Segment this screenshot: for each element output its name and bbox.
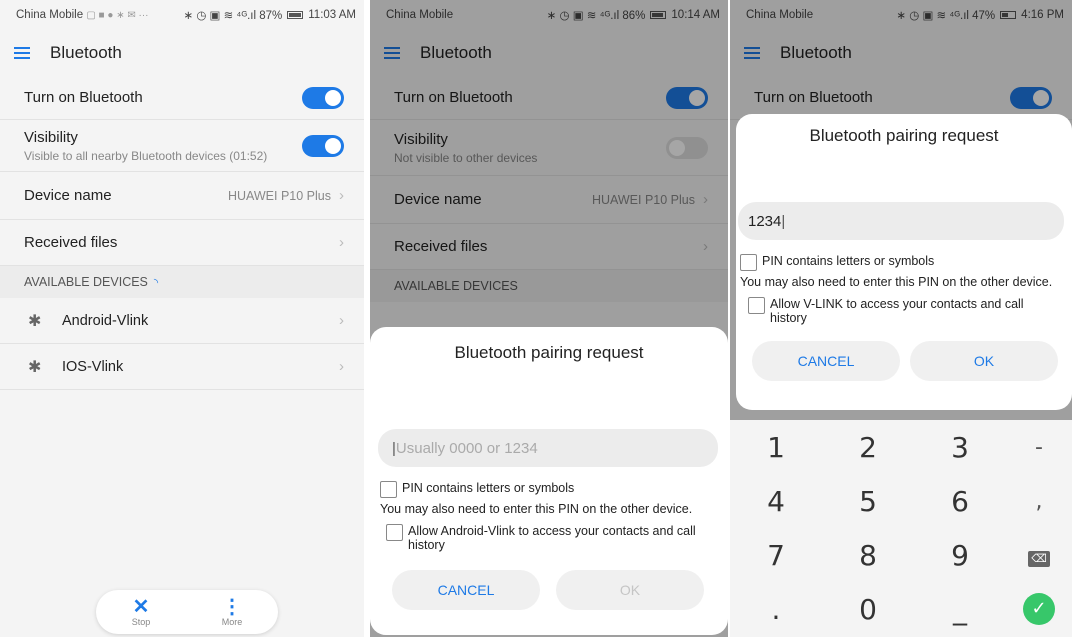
screen-bluetooth-settings: China Mobile ▢ ■ ● ∗ ✉ ··· ∗ ◷ ▣ ≋ ⁴ᴳ.ıl… <box>0 0 364 637</box>
checkmark-icon: ✓ <box>1023 593 1055 625</box>
pin-letters-checkbox[interactable] <box>740 254 757 271</box>
dialog-buttons: CANCEL OK <box>392 570 704 610</box>
pin-letters-label: PIN contains letters or symbols <box>762 254 935 268</box>
pin-letters-label: PIN contains letters or symbols <box>402 481 575 495</box>
chevron-right-icon: › <box>339 187 344 204</box>
keypad-row: 7 8 9 ⌫ <box>730 528 1072 582</box>
pairing-dialog: Bluetooth pairing request 1234 | PIN cont… <box>736 114 1072 410</box>
key-comma[interactable]: , <box>1006 489 1072 514</box>
pin-letters-checkbox[interactable] <box>380 481 397 498</box>
device-label: Android-Vlink <box>62 312 149 329</box>
device-item[interactable]: ✱ IOS-Vlink › <box>0 344 364 390</box>
bluetooth-toggle[interactable] <box>302 86 344 109</box>
pin-note: You may also need to enter this PIN on t… <box>380 502 693 516</box>
done-key[interactable]: ✓ <box>1006 593 1072 625</box>
bottom-action-bar: ✕ Stop ⋮ More <box>96 590 278 634</box>
page-title: Bluetooth <box>50 43 122 62</box>
keypad-row: 1 2 3 - <box>730 420 1072 474</box>
pin-letters-option[interactable]: PIN contains letters or symbols <box>740 254 1072 271</box>
key-4[interactable]: 4 <box>730 485 822 518</box>
device-name-label: Device name <box>24 187 112 204</box>
menu-icon[interactable] <box>14 47 30 59</box>
key-8[interactable]: 8 <box>822 539 914 572</box>
pin-input[interactable]: | Usually 0000 or 1234 <box>378 429 718 467</box>
more-button[interactable]: ⋮ More <box>222 597 243 627</box>
key-7[interactable]: 7 <box>730 539 822 572</box>
received-files-label: Received files <box>24 234 118 251</box>
screen-pairing-request: China Mobile ∗ ◷ ▣ ≋ ⁴ᴳ.ıl 86% 10:14 AM … <box>370 0 728 637</box>
dialog-title: Bluetooth pairing request <box>454 343 644 362</box>
cancel-button[interactable]: CANCEL <box>392 570 540 610</box>
key-minus[interactable]: - <box>1006 435 1072 460</box>
backspace-icon: ⌫ <box>1028 550 1050 567</box>
stop-label: Stop <box>131 617 151 627</box>
pin-input[interactable]: 1234 | <box>738 202 1064 240</box>
allow-contacts-option[interactable]: Allow Android-Vlink to access your conta… <box>386 524 716 552</box>
numeric-keypad: 1 2 3 - 4 5 6 , 7 8 9 ⌫ . 0 _ ✓ <box>730 420 1072 637</box>
ok-button[interactable]: OK <box>910 341 1058 381</box>
device-label: IOS-Vlink <box>62 358 124 375</box>
chevron-right-icon: › <box>339 312 344 329</box>
key-3[interactable]: 3 <box>914 431 1006 464</box>
backspace-key[interactable]: ⌫ <box>1006 543 1072 568</box>
more-vertical-icon: ⋮ <box>221 596 242 618</box>
allow-contacts-checkbox[interactable] <box>386 524 403 541</box>
pairing-dialog: Bluetooth pairing request | Usually 0000 … <box>370 327 728 635</box>
visibility-row[interactable]: Visibility Visible to all nearby Bluetoo… <box>0 120 364 172</box>
screen-pairing-pin-entry: China Mobile ∗ ◷ ▣ ≋ ⁴ᴳ.ıl 47% 4:16 PM B… <box>730 0 1072 637</box>
key-9[interactable]: 9 <box>914 539 1006 572</box>
visibility-sub: Visible to all nearby Bluetooth devices … <box>24 148 268 163</box>
key-2[interactable]: 2 <box>822 431 914 464</box>
signal-icons: ∗ ◷ ▣ ≋ ⁴ᴳ.ıl 87% <box>183 10 283 22</box>
app-bar: Bluetooth <box>0 30 364 76</box>
notification-icons: ▢ ■ ● ∗ ✉ ··· <box>86 10 149 21</box>
device-name-row[interactable]: Device name HUAWEI P10 Plus › <box>0 172 364 220</box>
allow-contacts-label: Allow V-LINK to access your contacts and… <box>770 297 1024 325</box>
bluetooth-icon: ✱ <box>28 358 42 376</box>
turn-on-bluetooth-label: Turn on Bluetooth <box>24 89 143 106</box>
allow-contacts-label: Allow Android-Vlink to access your conta… <box>408 524 696 552</box>
key-5[interactable]: 5 <box>822 485 914 518</box>
pin-placeholder: Usually 0000 or 1234 <box>395 439 538 457</box>
ok-button[interactable]: OK <box>556 570 704 610</box>
key-period[interactable]: . <box>730 593 822 626</box>
visibility-toggle[interactable] <box>302 134 344 157</box>
keypad-row: . 0 _ ✓ <box>730 582 1072 636</box>
device-name-value: HUAWEI P10 Plus <box>227 188 331 203</box>
key-1[interactable]: 1 <box>730 431 822 464</box>
chevron-right-icon: › <box>339 234 344 251</box>
clock: 11:03 AM <box>308 9 356 21</box>
dialog-buttons: CANCEL OK <box>752 341 1058 381</box>
key-space[interactable]: _ <box>914 593 1006 626</box>
key-6[interactable]: 6 <box>914 485 1006 518</box>
allow-contacts-option[interactable]: Allow V-LINK to access your contacts and… <box>748 297 1060 325</box>
chevron-right-icon: › <box>339 358 344 375</box>
available-devices-header: AVAILABLE DEVICES ◝ <box>0 266 364 298</box>
key-0[interactable]: 0 <box>822 593 914 626</box>
pin-note: You may also need to enter this PIN on t… <box>740 275 1053 289</box>
device-item[interactable]: ✱ Android-Vlink › <box>0 298 364 344</box>
close-icon: ✕ <box>132 596 150 618</box>
turn-on-bluetooth-row[interactable]: Turn on Bluetooth <box>0 76 364 120</box>
battery-icon <box>287 11 304 19</box>
received-files-row[interactable]: Received files › <box>0 220 364 266</box>
cancel-button[interactable]: CANCEL <box>752 341 900 381</box>
bluetooth-icon: ✱ <box>28 312 42 330</box>
scanning-spinner-icon: ◝ <box>153 276 159 289</box>
carrier-label: China Mobile <box>16 9 84 21</box>
status-bar: China Mobile ▢ ■ ● ∗ ✉ ··· ∗ ◷ ▣ ≋ ⁴ᴳ.ıl… <box>0 0 364 30</box>
keypad-row: 4 5 6 , <box>730 474 1072 528</box>
dialog-title: Bluetooth pairing request <box>809 126 999 145</box>
section-label: AVAILABLE DEVICES <box>24 275 148 289</box>
pin-value: 1234 <box>748 212 782 230</box>
more-label: More <box>221 617 243 627</box>
allow-contacts-checkbox[interactable] <box>748 297 765 314</box>
visibility-label: Visibility <box>24 128 78 146</box>
stop-button[interactable]: ✕ Stop <box>132 597 151 627</box>
pin-letters-option[interactable]: PIN contains letters or symbols <box>380 481 728 498</box>
